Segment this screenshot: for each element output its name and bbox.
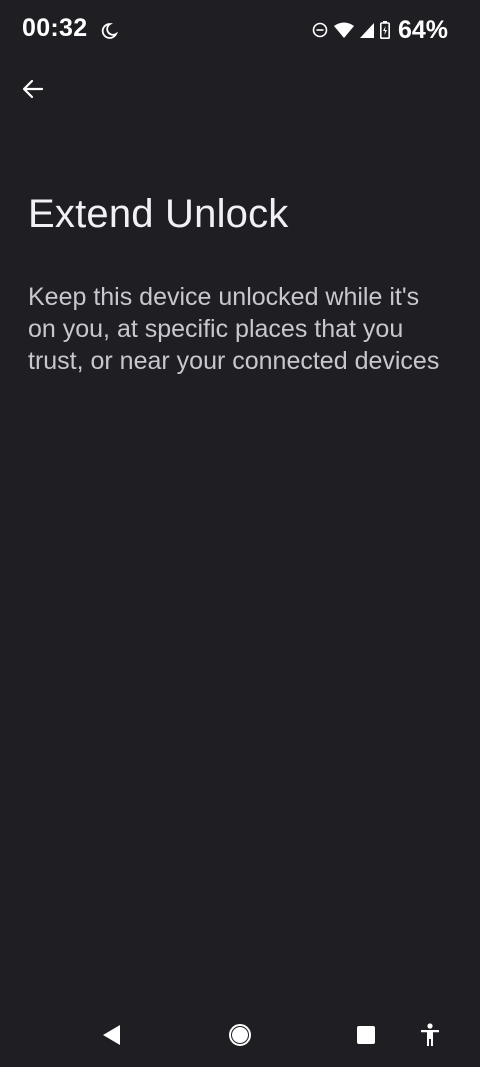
status-time: 00:32: [22, 14, 88, 42]
page-description: Keep this device unlocked while it's on …: [28, 283, 440, 375]
moon-icon: [100, 22, 119, 40]
nav-home-button[interactable]: [218, 1019, 262, 1055]
accessibility-button[interactable]: [408, 1019, 452, 1055]
nav-recents-icon: [356, 1025, 376, 1050]
screen: 00:32 64% Extend Unlock Keep this device…: [0, 0, 480, 1067]
back-button[interactable]: [14, 72, 52, 110]
accessibility-icon: [419, 1022, 441, 1052]
nav-back-icon: [102, 1024, 122, 1051]
nav-recents-button[interactable]: [344, 1019, 388, 1055]
battery-icon: [379, 21, 390, 39]
status-bar: 00:32 64%: [0, 0, 480, 60]
cell-signal-icon: [359, 22, 374, 38]
nav-home-icon: [228, 1023, 252, 1052]
navigation-bar: [0, 1007, 480, 1067]
nav-back-button[interactable]: [90, 1019, 134, 1055]
status-icons: 64%: [312, 14, 448, 46]
page-title: Extend Unlock: [28, 192, 289, 236]
do-not-disturb-icon: [312, 22, 328, 38]
arrow-back-icon: [22, 78, 44, 105]
wifi-icon: [333, 22, 354, 38]
battery-percent: 64%: [397, 15, 448, 44]
